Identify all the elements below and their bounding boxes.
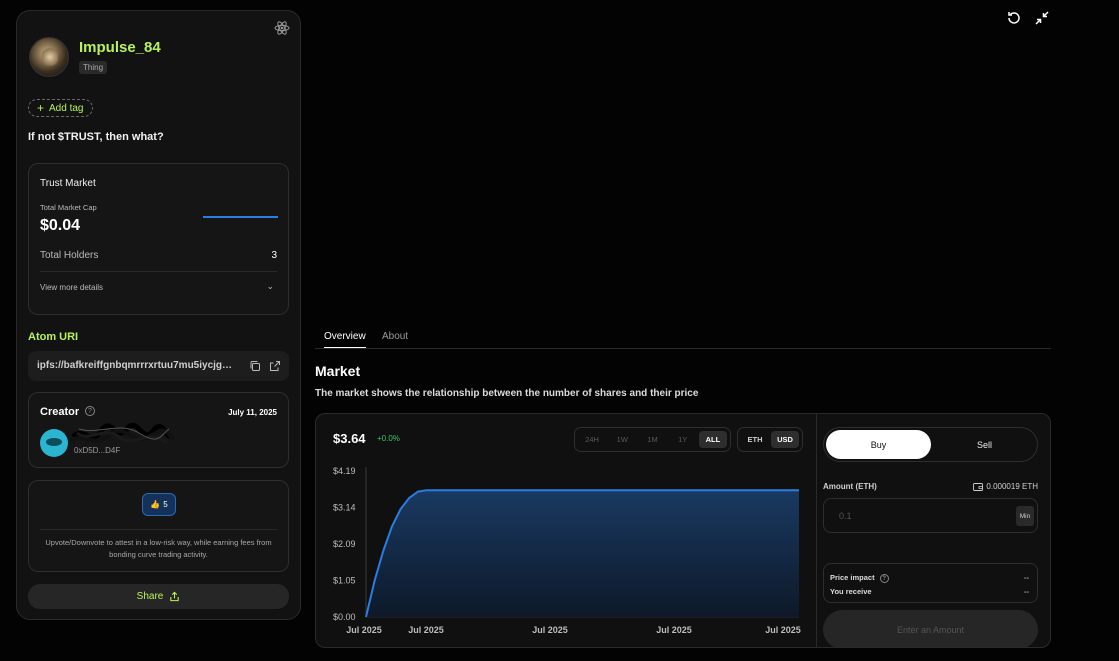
vote-card: 👍 5 Upvote/Downvote to attest in a low-r…	[28, 480, 289, 572]
range-all-button[interactable]: ALL	[698, 431, 728, 448]
copy-icon[interactable]	[249, 360, 261, 372]
creator-title: Creator	[40, 406, 80, 418]
price-change: +0.0%	[377, 434, 400, 443]
price-impact-label: Price impact	[830, 573, 875, 582]
y-tick-label: $3.14	[333, 503, 356, 513]
trust-market-title: Trust Market	[40, 178, 96, 189]
range-1y-button[interactable]: 1Y	[669, 431, 697, 448]
plus-icon: +	[37, 101, 45, 115]
vote-description: Upvote/Downvote to attest in a low-risk …	[45, 538, 272, 559]
creator-avatar[interactable]	[40, 429, 68, 457]
tab-overview[interactable]: Overview	[324, 331, 366, 348]
atom-description: If not $TRUST, then what?	[28, 131, 164, 143]
creator-date: July 11, 2025	[228, 408, 277, 417]
buy-sell-toggle: Buy Sell	[823, 427, 1038, 462]
currency-eth-button[interactable]: ETH	[741, 431, 769, 448]
y-tick-label: $2.09	[333, 539, 356, 549]
share-button[interactable]: Share	[28, 584, 289, 609]
wallet-icon	[973, 483, 984, 491]
you-receive-row: You receive --	[830, 587, 1029, 596]
x-tick-label: Jul 2025	[765, 625, 801, 635]
range-1m-button[interactable]: 1M	[638, 431, 666, 448]
amount-label: Amount (ETH)	[823, 482, 877, 491]
atom-name: Impulse_84	[79, 39, 161, 56]
market-cap-value: $0.04	[40, 217, 81, 234]
market-cap-label: Total Market Cap	[40, 203, 97, 212]
range-1w-button[interactable]: 1W	[608, 431, 636, 448]
y-tick-label: $1.05	[333, 575, 356, 585]
collapse-icon[interactable]	[1034, 10, 1050, 26]
share-label: Share	[136, 591, 164, 602]
add-tag-button[interactable]: + Add tag	[28, 99, 93, 117]
atom-profile-panel: Impulse_84 Thing + Add tag If not $TRUST…	[16, 10, 301, 620]
wallet-balance-value: 0.000019 ETH	[986, 482, 1038, 491]
add-tag-label: Add tag	[49, 102, 84, 114]
divider	[40, 271, 277, 272]
upvote-button[interactable]: 👍 5	[142, 493, 176, 516]
atom-avatar	[29, 37, 69, 77]
currency-selector: ETH USD	[737, 427, 803, 452]
amount-placeholder: 0.1	[839, 511, 852, 521]
price-area	[366, 490, 799, 617]
divider	[816, 414, 817, 647]
x-tick-label: Jul 2025	[656, 625, 692, 635]
time-range-selector: 24H 1W 1M 1Y ALL	[574, 427, 731, 452]
thumbs-up-icon: 👍	[150, 500, 161, 509]
price-chart[interactable]: $4.19 $3.14 $2.09 $1.05 $0.00 Jul 2025 Jul 202…	[316, 458, 816, 648]
price-impact-row: Price impact ? --	[830, 573, 1029, 583]
market-cap-sparkline	[203, 216, 278, 218]
creator-card: Creator ? July 11, 2025 0xD5D...D4F	[28, 392, 289, 468]
y-tick-label: $4.19	[333, 466, 356, 476]
trade-summary: Price impact ? -- You receive --	[823, 563, 1038, 603]
chevron-down-icon[interactable]: ⌄	[266, 281, 274, 292]
x-tick-label: Jul 2025	[408, 625, 444, 635]
share-icon	[170, 591, 180, 602]
help-icon[interactable]: ?	[879, 574, 889, 583]
currency-usd-button[interactable]: USD	[771, 431, 799, 448]
market-chart-card: $3.64 +0.0% 24H 1W 1M 1Y ALL ETH USD $4.…	[315, 413, 1051, 648]
x-tick-label: Jul 2025	[346, 625, 382, 635]
content-tabs: Overview About	[315, 326, 1051, 349]
buy-tab[interactable]: Buy	[826, 430, 931, 459]
trust-market-card: Trust Market Total Market Cap $0.04 Tota…	[28, 163, 289, 315]
sell-tab[interactable]: Sell	[932, 430, 1037, 459]
you-receive-value: --	[1024, 587, 1029, 596]
wallet-balance: 0.000019 ETH	[973, 482, 1038, 491]
y-tick-label: $0.00	[333, 612, 356, 622]
creator-address[interactable]: 0xD5D...D4F	[74, 446, 120, 455]
market-description: The market shows the relationship betwee…	[315, 388, 699, 399]
range-24h-button[interactable]: 24H	[578, 431, 606, 448]
min-button[interactable]: Min	[1016, 506, 1034, 526]
price-impact-value: --	[1024, 573, 1029, 582]
help-icon[interactable]: ?	[85, 406, 95, 416]
market-title: Market	[315, 363, 361, 379]
x-tick-label: Jul 2025	[532, 625, 568, 635]
submit-trade-button[interactable]: Enter an Amount	[823, 610, 1038, 647]
atom-uri-title: Atom URI	[28, 331, 79, 343]
view-more-details-button[interactable]: View more details	[40, 283, 103, 292]
atom-uri-field: ipfs://bafkreiffgnbqmrrrxrtuu7mu5iycjgd6…	[28, 351, 289, 381]
atom-uri-value: ipfs://bafkreiffgnbqmrrrxrtuu7mu5iycjgd6…	[37, 360, 237, 371]
current-price: $3.64	[333, 431, 366, 446]
atom-icon[interactable]	[274, 20, 290, 36]
you-receive-label: You receive	[830, 587, 872, 596]
tab-about[interactable]: About	[382, 331, 408, 342]
divider	[40, 529, 277, 530]
upvote-count: 5	[163, 500, 168, 509]
refresh-icon[interactable]	[1006, 10, 1022, 26]
holders-label: Total Holders	[40, 250, 99, 261]
external-link-icon[interactable]	[269, 360, 281, 372]
holders-value: 3	[271, 250, 277, 261]
atom-type-badge: Thing	[79, 61, 108, 74]
amount-input[interactable]: 0.1 Min	[823, 498, 1038, 533]
